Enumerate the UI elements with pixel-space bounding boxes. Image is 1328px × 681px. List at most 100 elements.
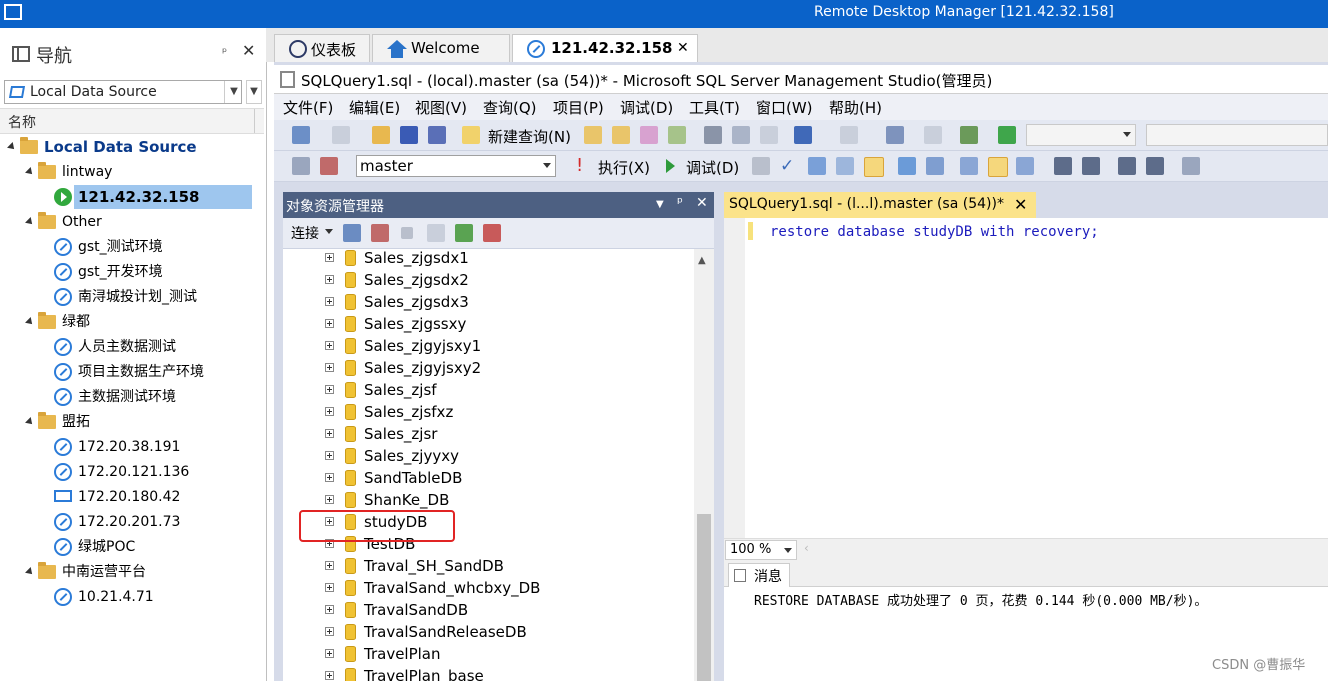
expand-arrow-icon[interactable]: [25, 317, 35, 327]
nav-tree-item[interactable]: 主数据测试环境: [0, 385, 254, 409]
column-header[interactable]: 名称: [0, 108, 264, 134]
new-query-button[interactable]: 新建查询(N): [488, 126, 571, 147]
expand-plus-icon[interactable]: [325, 495, 334, 504]
increase-indent-icon[interactable]: [1146, 157, 1164, 175]
sql-editor[interactable]: restore database studyDB with recovery;: [724, 218, 1328, 538]
results-to-file-icon[interactable]: [1016, 157, 1034, 175]
change-connection-icon[interactable]: [320, 157, 338, 175]
xmla-query-icon[interactable]: [668, 126, 686, 144]
expand-plus-icon[interactable]: [325, 627, 334, 636]
pin-icon[interactable]: ᵖ: [677, 195, 683, 211]
cancel-query-icon[interactable]: [752, 157, 770, 175]
pin-icon[interactable]: ᵖ: [222, 45, 227, 59]
expand-arrow-icon[interactable]: [25, 167, 35, 177]
paste-icon[interactable]: [760, 126, 778, 144]
nav-tree-item[interactable]: 121.42.32.158: [0, 185, 254, 209]
query-designer-icon[interactable]: [898, 157, 916, 175]
menu-tools[interactable]: 工具(T): [689, 97, 740, 118]
undo-icon[interactable]: [794, 126, 812, 144]
menu-window[interactable]: 窗口(W): [756, 97, 813, 118]
activity-monitor-icon[interactable]: [483, 224, 501, 242]
search-select[interactable]: [1146, 124, 1328, 146]
nav-tree-item[interactable]: 172.20.121.136: [0, 460, 254, 484]
connect-object-explorer-icon[interactable]: [343, 224, 361, 242]
tab-messages[interactable]: 消息: [728, 563, 790, 587]
specify-template-icon[interactable]: [1182, 157, 1200, 175]
nav-tree-item[interactable]: 172.20.38.191: [0, 435, 254, 459]
chevron-down-icon[interactable]: [325, 229, 333, 234]
query-options-icon[interactable]: [836, 157, 854, 175]
expand-arrow-icon[interactable]: [7, 142, 17, 152]
menu-query[interactable]: 查询(Q): [483, 97, 537, 118]
nav-tree-item[interactable]: gst_开发环境: [0, 260, 254, 284]
nav-tree-item[interactable]: 172.20.201.73: [0, 510, 254, 534]
expand-plus-icon[interactable]: [325, 561, 334, 570]
expand-plus-icon[interactable]: [325, 319, 334, 328]
nav-tree-item[interactable]: Other: [0, 210, 254, 234]
save-icon[interactable]: [400, 126, 418, 144]
expand-plus-icon[interactable]: [325, 671, 334, 680]
expand-plus-icon[interactable]: [325, 429, 334, 438]
display-plan-icon[interactable]: [808, 157, 826, 175]
solution-config-select[interactable]: [1026, 124, 1136, 146]
nav-tree-item[interactable]: 人员主数据测试: [0, 335, 254, 359]
close-tab-button[interactable]: ✕: [677, 40, 689, 56]
expand-plus-icon[interactable]: [325, 385, 334, 394]
data-source-menu-button[interactable]: ▼: [246, 80, 262, 104]
nav-tree-item[interactable]: 中南运营平台: [0, 560, 254, 584]
open-file-icon[interactable]: [372, 126, 390, 144]
start-icon[interactable]: [998, 126, 1016, 144]
editor-code[interactable]: restore database studyDB with recovery;: [770, 224, 1099, 240]
find-icon[interactable]: [924, 126, 942, 144]
copy-icon[interactable]: [732, 126, 750, 144]
navigate-icon[interactable]: [886, 126, 904, 144]
expand-arrow-icon[interactable]: [25, 417, 35, 427]
menu-edit[interactable]: 编辑(E): [349, 97, 400, 118]
menu-debug[interactable]: 调试(D): [620, 97, 673, 118]
expand-plus-icon[interactable]: [325, 297, 334, 306]
chevron-down-icon[interactable]: ▼: [656, 199, 664, 210]
expand-plus-icon[interactable]: [325, 253, 334, 262]
analysis-query-icon[interactable]: [612, 126, 630, 144]
menu-view[interactable]: 视图(V): [415, 97, 467, 118]
nav-tree-item[interactable]: 绿城POC: [0, 535, 254, 559]
redo-icon[interactable]: [840, 126, 858, 144]
include-plan-icon[interactable]: [960, 157, 978, 175]
nav-tree-item[interactable]: gst_测试环境: [0, 235, 254, 259]
scrollbar-thumb[interactable]: [697, 514, 711, 681]
stop-icon[interactable]: [401, 227, 413, 239]
expand-plus-icon[interactable]: [325, 275, 334, 284]
dmx-query-icon[interactable]: [640, 126, 658, 144]
cut-icon[interactable]: [704, 126, 722, 144]
new-project-icon[interactable]: [292, 126, 310, 144]
decrease-indent-icon[interactable]: [1118, 157, 1136, 175]
expand-plus-icon[interactable]: [325, 407, 334, 416]
expand-arrow-icon[interactable]: [25, 217, 35, 227]
nav-tree-item[interactable]: 项目主数据生产环境: [0, 360, 254, 384]
debug-icon[interactable]: [666, 159, 675, 173]
menu-project[interactable]: 项目(P): [553, 97, 604, 118]
refresh-icon[interactable]: [455, 224, 473, 242]
scroll-up-icon[interactable]: ▲: [698, 255, 706, 266]
parse-icon[interactable]: ✓: [780, 156, 794, 176]
close-object-explorer-button[interactable]: ✕: [696, 195, 708, 211]
tab-dashboard[interactable]: 仪表板: [274, 34, 370, 62]
expand-plus-icon[interactable]: [325, 451, 334, 460]
tab-remote-session[interactable]: 121.42.32.158 ✕: [512, 34, 698, 62]
expand-arrow-icon[interactable]: [25, 567, 35, 577]
nav-tree-item[interactable]: lintway: [0, 160, 254, 184]
query-tab[interactable]: SQLQuery1.sql - (l...l).master (sa (54))…: [724, 192, 1036, 218]
connect-icon[interactable]: [292, 157, 310, 175]
nav-tree-item[interactable]: 盟拓: [0, 410, 254, 434]
tab-welcome[interactable]: Welcome: [372, 34, 510, 62]
menu-file[interactable]: 文件(F): [283, 97, 333, 118]
expand-plus-icon[interactable]: [325, 583, 334, 592]
close-nav-button[interactable]: ✕: [242, 41, 255, 60]
nav-tree-item[interactable]: 南浔城投计划_测试: [0, 285, 254, 309]
activity-monitor-icon[interactable]: [960, 126, 978, 144]
nav-tree-item[interactable]: Local Data Source: [0, 135, 254, 159]
object-explorer-scrollbar[interactable]: ▲: [694, 249, 714, 681]
expand-plus-icon[interactable]: [325, 341, 334, 350]
expand-plus-icon[interactable]: [325, 363, 334, 372]
close-query-tab-button[interactable]: ✕: [1014, 195, 1027, 214]
